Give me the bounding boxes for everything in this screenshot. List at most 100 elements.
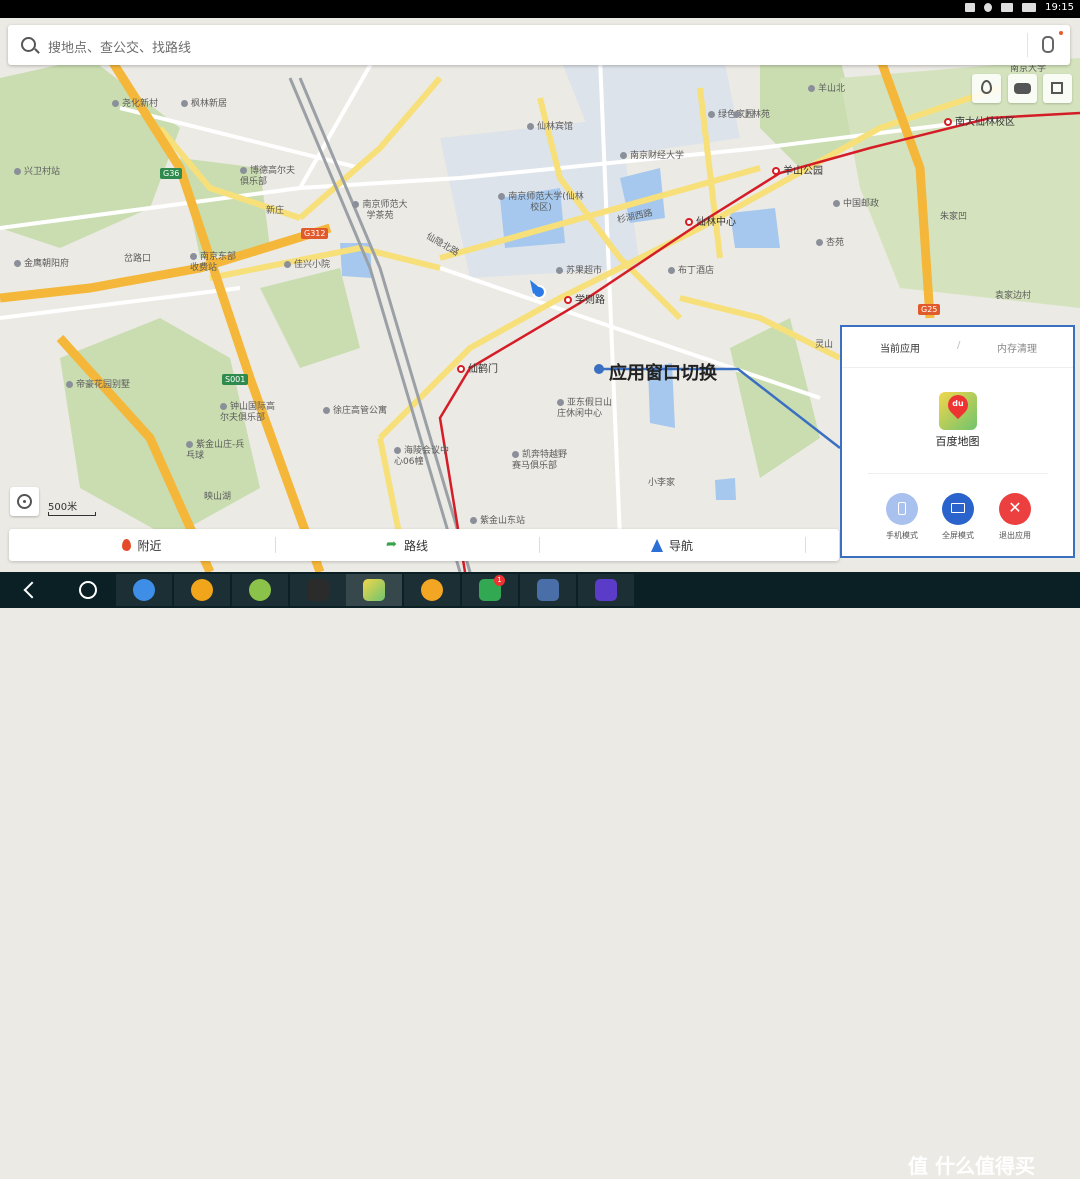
microphone-icon[interactable] [1042,36,1054,53]
map-poi[interactable]: 徐庄高管公寓 [323,406,387,417]
map-poi[interactable]: 南京东部收费站 [190,252,240,274]
map-label: 袁家边村 [995,291,1032,301]
map-layer-button[interactable] [1043,74,1072,103]
poi-toggle-button[interactable] [972,74,1001,103]
pin-icon [981,80,992,94]
map-poi[interactable]: 海陵会议中心06幢 [394,446,456,468]
map-poi[interactable]: 兴卫村站 [14,167,60,178]
cast-icon [965,3,976,12]
fullscreen-mode-label: 全屏模式 [942,531,974,540]
divider [805,537,806,553]
highway-shield: G25 [918,304,941,315]
map-poi[interactable]: 羊山北 [808,84,845,95]
divider [1027,33,1028,57]
metro-station[interactable]: 仙林中心 [685,217,736,228]
switcher-tabs: 当前应用 / 内存清理 [842,327,1073,368]
wifi-icon [1001,3,1014,12]
taskbar-slot[interactable] [578,574,634,606]
map-poi[interactable]: 金鹰朝阳府 [14,259,69,270]
exit-app-button[interactable]: ✕ [999,493,1031,525]
map-label: 映山湖 [204,492,232,502]
route-icon: ➦ [385,537,397,552]
status-time: 19:15 [1045,2,1074,13]
navigation-bar: 1 值 什么值得买 [0,572,1080,1178]
route-button[interactable]: ➦ 路线 [275,529,539,561]
window-app-icon [595,579,617,601]
search-placeholder: 搜地点、查公交、找路线 [48,41,192,56]
map-poi[interactable]: 杏苑 [816,238,844,249]
metro-station[interactable]: 南大仙林校区 [944,117,1015,128]
map-poi[interactable]: 亚东假日山庄休闲中心 [557,398,619,420]
message-icon [1014,83,1031,94]
search-bar[interactable]: 搜地点、查公交、找路线 [8,25,1070,65]
map-poi[interactable]: 仙林宾馆 [527,122,573,133]
map-poi[interactable]: 尧化新村 [112,99,158,110]
back-button[interactable] [4,575,60,605]
close-icon: ✕ [1008,498,1022,517]
download-app-icon [191,579,213,601]
baidu-maps-taskbar-icon [363,579,385,601]
tab-current-apps[interactable]: 当前应用 [880,340,920,355]
map-poi[interactable]: 布丁酒店 [668,266,714,277]
monitor-icon [951,503,965,513]
taskbar-slot[interactable]: 1 [462,574,518,606]
tab-divider: / [957,340,961,351]
map-label: 朱家凹 [940,212,968,222]
tab-memory-clean[interactable]: 内存清理 [997,340,1037,355]
map-label: 小李家 [648,478,676,488]
map-label: 灵山 [815,340,834,350]
phone-mode-button[interactable] [886,493,918,525]
map-label: 新庄 [266,206,285,216]
baidu-maps-app-icon[interactable]: du [939,390,977,430]
map-poi[interactable]: 帝豪花园别墅 [66,380,130,391]
map-poi[interactable]: 南京财经大学 [620,151,684,162]
map-poi[interactable]: 博德高尔夫俱乐部 [240,166,302,188]
taskbar-slot[interactable] [116,574,172,606]
navigate-button[interactable]: 导航 [539,529,805,561]
fullscreen-mode-button[interactable] [942,493,974,525]
map-poi[interactable]: 钟山国际高尔夫俱乐部 [220,402,282,424]
taskbar-slot-active[interactable] [346,574,402,606]
map-poi[interactable]: 中国邮政 [833,199,879,210]
app-name: 百度地图 [935,435,980,448]
app-icon-text: du [952,399,964,408]
nearby-label: 附近 [137,538,162,553]
qq-app-icon [307,579,329,601]
map-poi[interactable]: 上林苑 [733,110,770,121]
phone-mode-label: 手机模式 [886,531,918,540]
route-label: 路线 [403,538,428,553]
message-button[interactable] [1008,74,1037,103]
map-poi[interactable]: 紫金山东站 [470,516,525,527]
battery-icon [1022,3,1037,12]
notification-badge: 1 [494,575,505,586]
browser-app-icon [133,579,155,601]
calculator-app-icon [537,579,559,601]
highway-shield: S001 [222,374,249,385]
locate-button[interactable] [10,487,39,516]
metro-station[interactable]: 仙鹤门 [457,364,498,375]
taskbar-slot[interactable] [232,574,288,606]
notification-dot [1059,31,1063,35]
taskbar-slot[interactable] [290,574,346,606]
metro-station[interactable]: 羊山公园 [772,166,823,177]
map-poi[interactable]: 紫金山庄-兵乓球 [186,440,246,462]
back-icon [23,581,41,599]
taskbar-slot[interactable] [174,574,230,606]
app-switcher-panel: 当前应用 / 内存清理 du 百度地图 手机模式 全屏模式 ✕ 退出应用 [840,325,1075,558]
home-icon [79,581,97,599]
metro-station[interactable]: 学则路 [564,295,605,306]
annotation-label: 应用窗口切换 [609,363,717,384]
map-poi[interactable]: 南京师范大学(仙林校区) [496,192,586,214]
taskbar-slot[interactable] [404,574,460,606]
map-poi[interactable]: 枫林新居 [181,99,227,110]
divider [868,473,1048,474]
navigate-label: 导航 [668,538,693,553]
search-app-icon [249,579,271,601]
map-poi[interactable]: 佳兴小院 [284,260,330,271]
map-poi[interactable]: 南京师范大学茶苑 [350,200,410,222]
map-poi[interactable]: 凯奔特越野赛马俱乐部 [512,450,574,472]
taskbar-slot[interactable] [520,574,576,606]
nearby-button[interactable]: 附近 [9,529,275,561]
home-button[interactable] [60,575,116,605]
map-poi[interactable]: 苏果超市 [556,266,602,277]
